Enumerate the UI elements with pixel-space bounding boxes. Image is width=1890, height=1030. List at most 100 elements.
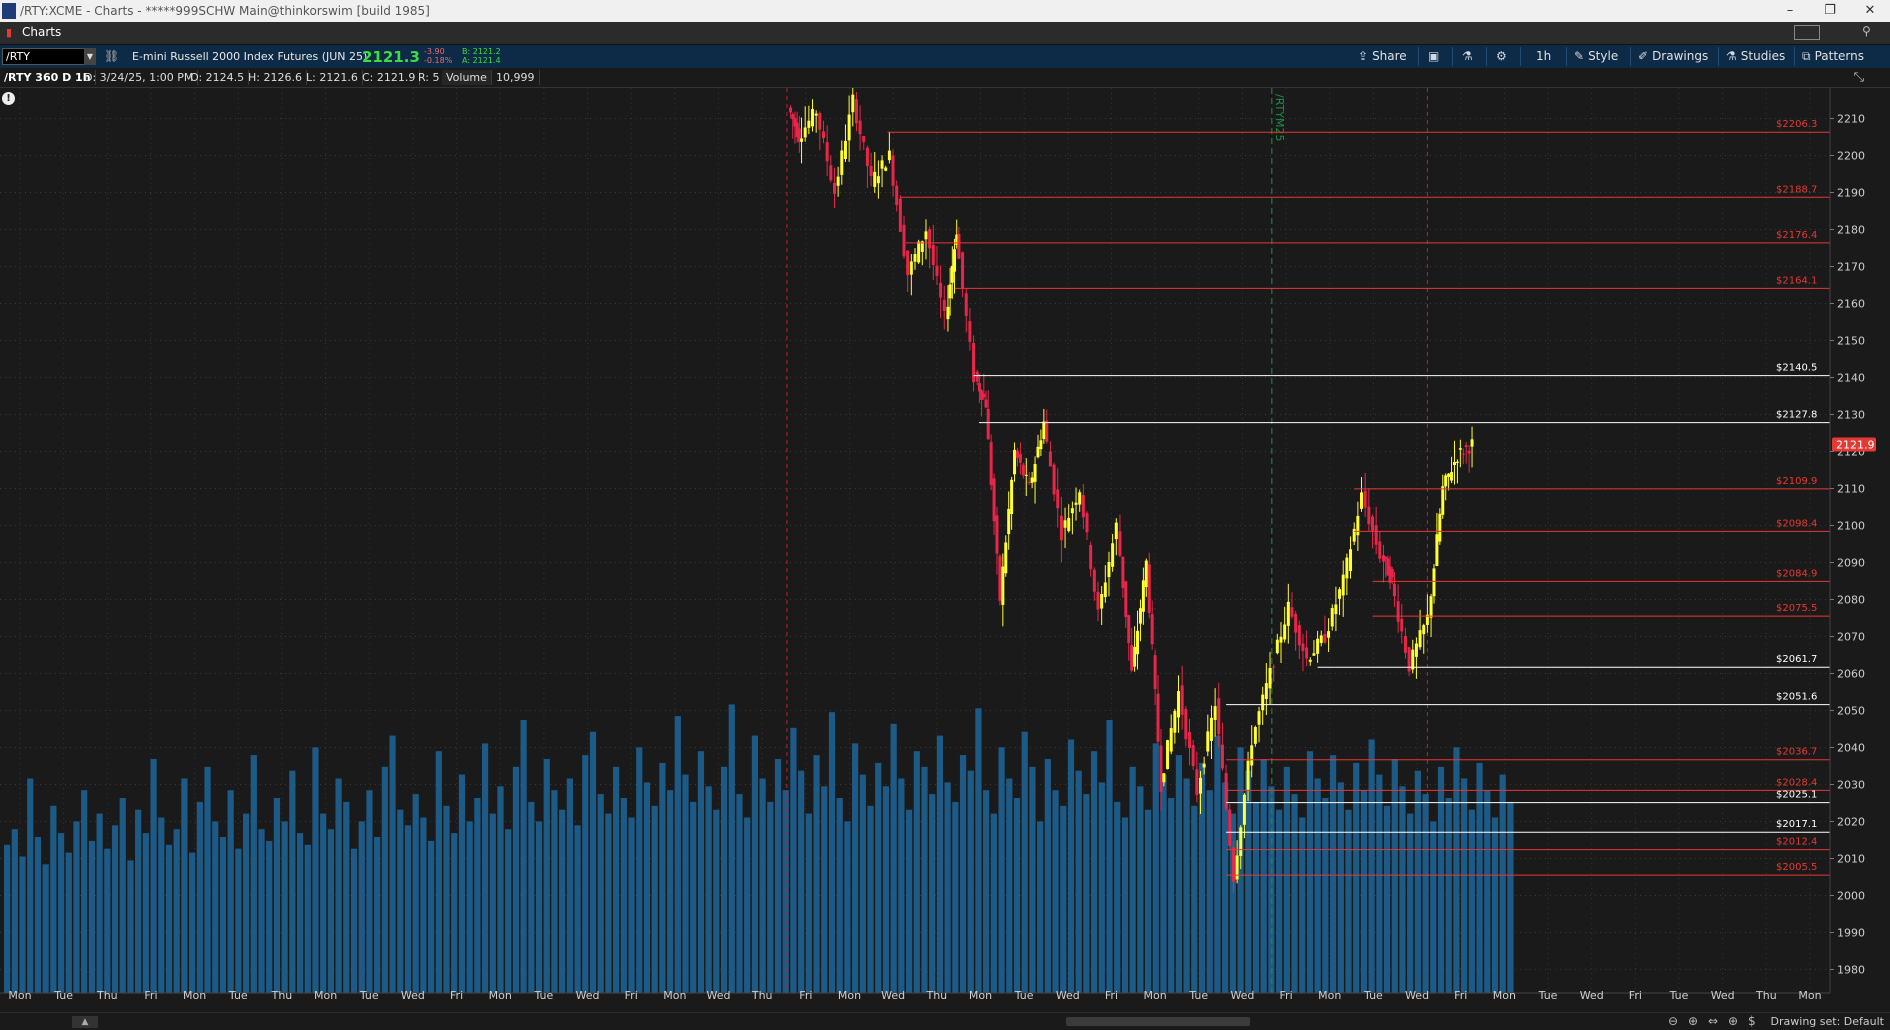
expand-icon[interactable]: ⤡ <box>1854 70 1864 85</box>
volume-bar <box>412 794 419 993</box>
volume-bar <box>389 735 396 993</box>
volume-bar <box>1144 809 1152 993</box>
candle-body <box>1286 601 1290 626</box>
volume-bar <box>1137 786 1144 993</box>
candle-body <box>1007 508 1011 535</box>
tab-charts[interactable]: Charts <box>22 25 61 39</box>
symbol-input[interactable]: /RTY <box>2 48 92 65</box>
price-level-label: $2051.6 <box>1776 692 1817 703</box>
volume-bar <box>1114 801 1121 993</box>
y-tick-label: 2100 <box>1837 520 1865 533</box>
candle-body <box>1392 584 1396 597</box>
candle-body <box>942 299 946 312</box>
volume-bar <box>1206 790 1213 993</box>
volume-bar <box>620 798 627 993</box>
candle-body <box>843 140 847 159</box>
candle-body <box>1107 562 1111 578</box>
volume-bar <box>481 743 489 993</box>
volume-bar <box>728 704 735 993</box>
volume-bar <box>1152 743 1159 993</box>
volume-bar <box>566 778 573 993</box>
volume-bar <box>1191 805 1198 993</box>
candle-body <box>975 371 979 382</box>
volume-bar <box>466 821 473 993</box>
price-axis-icon[interactable]: $ <box>1748 1014 1756 1028</box>
y-tick-label: 2200 <box>1837 150 1865 163</box>
bid-value: B: 2121.2 <box>462 47 501 56</box>
zoom-out-icon[interactable]: ⊖ <box>1668 1014 1678 1028</box>
candle-body <box>1013 449 1017 475</box>
patterns-button[interactable]: ⧉ Patterns <box>1802 48 1864 65</box>
volume-bar <box>605 813 612 993</box>
minimize-button[interactable]: – <box>1770 0 1810 22</box>
volume-bar <box>1083 794 1090 993</box>
gear-icon: ⚙ <box>1496 49 1507 63</box>
volume-bar <box>474 798 481 993</box>
candle-body <box>968 321 972 342</box>
y-tick-label: 2140 <box>1837 372 1865 385</box>
drawings-button[interactable]: ✐ Drawings <box>1638 48 1708 65</box>
candle-body <box>1411 649 1415 670</box>
x-tick-label: Fri <box>625 989 638 1000</box>
zoom-in-icon[interactable]: ⊕ <box>1688 1014 1698 1028</box>
volume-bar <box>551 790 558 993</box>
maximize-button[interactable]: ❐ <box>1810 0 1850 22</box>
horizontal-scrollbar[interactable] <box>1066 1017 1250 1026</box>
close-button[interactable]: ✕ <box>1850 0 1890 22</box>
price-chart[interactable]: /RTYM25 $2206.3 $2188.7 $2176.4 $2164.1 $2140… <box>0 88 1890 1000</box>
alert-icon[interactable]: ! <box>2 92 15 105</box>
pan-icon[interactable]: ⇔ <box>1708 1014 1718 1028</box>
volume-bar <box>690 801 697 993</box>
collapse-panel-button[interactable]: ▲ <box>72 1016 98 1028</box>
volume-bar <box>42 864 49 993</box>
studies-button[interactable]: ⚗ Studies <box>1726 48 1785 65</box>
pin-icon[interactable]: ⚲ <box>1862 24 1871 40</box>
volume-bar <box>559 809 566 993</box>
volume-study-label[interactable]: Volume <box>442 70 492 85</box>
price-level-label: $2025.1 <box>1776 790 1817 801</box>
volume-bar <box>135 809 142 993</box>
volume-bar <box>875 762 882 993</box>
lab-button[interactable]: ⚗ <box>1462 48 1477 65</box>
volume-bar <box>682 774 689 993</box>
settings-button[interactable]: ⚙ <box>1496 48 1511 65</box>
candle-body <box>1279 636 1283 643</box>
candle-body <box>1323 633 1327 643</box>
candle-body <box>807 120 811 128</box>
volume-bar <box>350 848 358 993</box>
x-tick-label: Wed <box>1711 989 1735 1000</box>
candle-body <box>891 155 895 186</box>
volume-bar <box>1368 739 1375 993</box>
volume-bar <box>57 833 65 993</box>
volume-bar <box>1090 751 1098 993</box>
x-tick-label: Thu <box>271 989 293 1000</box>
share-button[interactable]: ⇪ Share <box>1358 48 1407 65</box>
bar-low: L: 2121.6 <box>302 70 363 85</box>
x-tick-label: Fri <box>450 989 463 1000</box>
y-tick-label: 2080 <box>1837 594 1865 607</box>
volume-bar <box>913 751 920 993</box>
candle-body <box>928 229 932 249</box>
x-tick-label: Wed <box>1405 989 1429 1000</box>
volume-bar <box>1491 817 1499 993</box>
crosshair-icon[interactable]: ⊕ <box>1728 1014 1738 1028</box>
candle-body <box>1349 549 1353 572</box>
link-icon[interactable]: ⛓ <box>104 49 119 63</box>
volume-bar <box>435 751 442 993</box>
volume-bar <box>936 735 944 993</box>
candle-body <box>865 147 869 166</box>
y-tick-label: 2060 <box>1837 668 1865 681</box>
aggregation-button[interactable]: 1h <box>1536 48 1551 65</box>
symbol-dropdown-icon[interactable]: ▼ <box>84 48 96 65</box>
chart-canvas[interactable]: /RTYM25 $2206.3 $2188.7 $2176.4 $2164.1 $2140… <box>0 88 1890 1000</box>
candle-body <box>982 393 986 398</box>
candle-body <box>1089 545 1093 570</box>
volume-bar <box>1430 821 1437 993</box>
x-tick-label: Wed <box>1230 989 1254 1000</box>
layout-icon[interactable] <box>1794 25 1820 40</box>
volume-bar <box>767 801 774 993</box>
style-button[interactable]: ✎ Style <box>1574 48 1618 65</box>
candle-body <box>1015 450 1019 458</box>
volume-bar <box>212 821 219 993</box>
snapshot-button[interactable]: ▣ <box>1428 48 1443 65</box>
